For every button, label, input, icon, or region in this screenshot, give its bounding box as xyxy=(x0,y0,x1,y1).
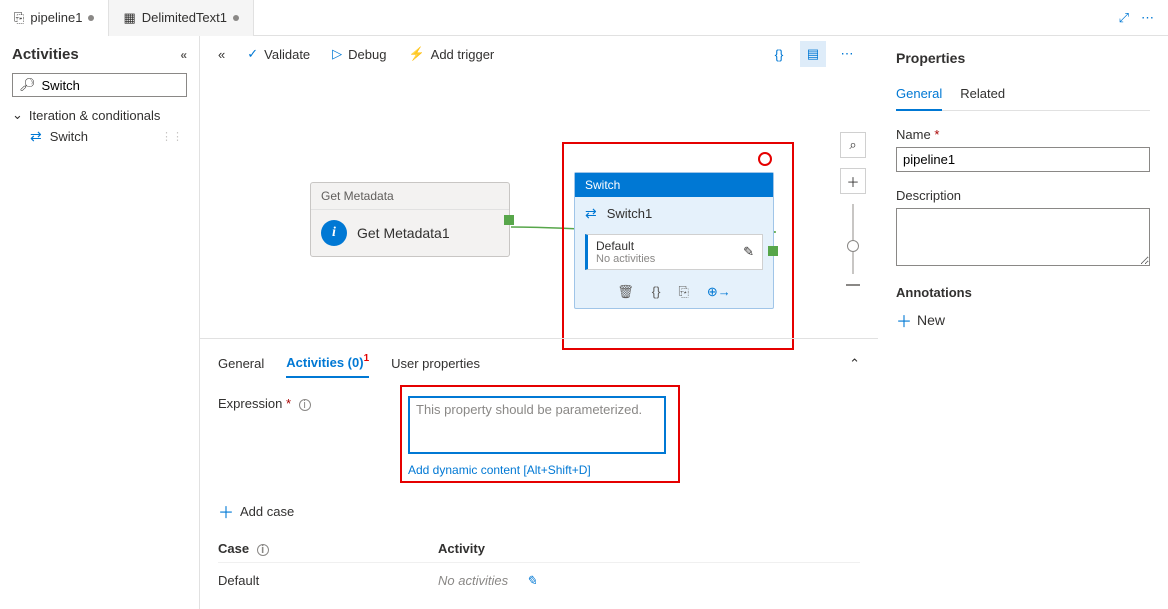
node-get-metadata[interactable]: Get Metadata i Get Metadata1 xyxy=(310,182,510,257)
more-icon[interactable]: ⋯ xyxy=(1141,10,1154,26)
add-case-button[interactable]: ＋ Add case xyxy=(218,499,860,523)
tab-dataset[interactable]: ▦ DelimitedText1 xyxy=(109,0,254,36)
zoom-slider[interactable] xyxy=(852,204,854,274)
zoom-control: ⌕ ＋ xyxy=(840,132,866,286)
sidebar-title: Activities xyxy=(12,46,79,63)
overflow-button[interactable]: ⋯ xyxy=(834,41,860,67)
zoom-out-button[interactable] xyxy=(846,284,860,286)
cases-header: Case i Activity xyxy=(218,535,860,562)
expression-input[interactable] xyxy=(408,396,666,454)
info-icon[interactable]: i xyxy=(299,399,311,411)
output-port[interactable] xyxy=(768,246,778,256)
pipeline-editor: « ✓Validate ▷Debug ⚡Add trigger {} ▤ ⋯ G… xyxy=(200,36,878,609)
case-activity: No activities xyxy=(438,573,508,588)
description-input[interactable] xyxy=(896,208,1150,266)
editor-toolbar: « ✓Validate ▷Debug ⚡Add trigger {} ▤ ⋯ xyxy=(200,36,878,72)
zoom-in-button[interactable]: ＋ xyxy=(840,168,866,194)
switch-case-default[interactable]: Default No activities ✎ xyxy=(585,234,763,270)
add-trigger-button[interactable]: ⚡Add trigger xyxy=(408,46,494,62)
case-name: Default xyxy=(218,573,438,589)
node-actions: 🗑 {} ⎘ ⊕→ xyxy=(575,278,773,308)
info-icon: i xyxy=(321,220,347,246)
sidebar-toggle[interactable]: « xyxy=(218,47,225,62)
switch-title: Switch xyxy=(575,173,773,197)
annotations-label: Annotations xyxy=(896,285,1150,300)
output-port[interactable] xyxy=(504,215,514,225)
properties-toggle-button[interactable]: ▤ xyxy=(800,41,826,67)
search-icon: 🔎︎ xyxy=(19,77,36,93)
description-label: Description xyxy=(896,188,1150,203)
tab-dataset-label: DelimitedText1 xyxy=(142,10,227,25)
pipeline-canvas[interactable]: Get Metadata i Get Metadata1 Switch ⇄ Sw… xyxy=(200,72,878,338)
category-iteration[interactable]: ⌄ Iteration & conditionals xyxy=(12,107,187,123)
edit-case-button[interactable]: ✎ xyxy=(526,573,537,588)
required-star: * xyxy=(286,396,291,411)
activity-item-switch[interactable]: ⇄ Switch ⋮⋮ xyxy=(12,123,187,150)
plus-icon: ＋ xyxy=(218,499,234,523)
tab-pipeline[interactable]: ⎘ pipeline1 xyxy=(0,0,109,36)
collapse-panel-icon[interactable]: ⌃ xyxy=(849,356,860,372)
tab-pipeline-label: pipeline1 xyxy=(30,10,82,25)
add-case-label: Add case xyxy=(240,504,294,519)
name-label: Name xyxy=(896,127,931,142)
col-case: Case xyxy=(218,541,249,556)
zoom-fit-button[interactable]: ⌕ xyxy=(840,132,866,158)
edit-case-icon[interactable]: ✎ xyxy=(743,244,754,260)
prop-tab-related[interactable]: Related xyxy=(960,80,1005,110)
activity-config: General Activities (0)1 User properties … xyxy=(200,338,878,609)
delete-icon[interactable]: 🗑 xyxy=(617,284,634,300)
name-input[interactable] xyxy=(896,147,1150,172)
file-tabs: ⎘ pipeline1 ▦ DelimitedText1 ⤢ ⋯ xyxy=(0,0,1168,36)
col-activity: Activity xyxy=(438,541,485,556)
activity-search[interactable]: 🔎︎ xyxy=(12,73,187,97)
prop-tab-general[interactable]: General xyxy=(896,80,942,111)
info-icon[interactable]: i xyxy=(257,544,269,556)
dirty-dot-icon xyxy=(233,15,239,21)
properties-title: Properties xyxy=(896,50,1150,66)
node-switch[interactable]: Switch ⇄ Switch1 Default No activities ✎… xyxy=(574,172,774,309)
expression-label: Expression xyxy=(218,396,282,411)
copy-icon[interactable]: ⎘ xyxy=(678,284,688,300)
activities-sidebar: Activities « 🔎︎ ⌄ Iteration & conditiona… xyxy=(0,36,200,609)
properties-pane: Properties General Related Name * Descri… xyxy=(878,36,1168,609)
chevron-down-icon: ⌄ xyxy=(12,107,23,123)
dirty-dot-icon xyxy=(88,15,94,21)
activity-search-input[interactable] xyxy=(42,78,180,93)
grip-icon: ⋮⋮ xyxy=(161,130,183,143)
zoom-thumb[interactable] xyxy=(847,240,859,252)
cfg-tab-activities[interactable]: Activities (0)1 xyxy=(286,349,369,378)
code-icon[interactable]: {} xyxy=(652,284,661,300)
dynamic-content-link[interactable]: Add dynamic content [Alt+Shift+D] xyxy=(408,463,666,477)
debug-button[interactable]: ▷Debug xyxy=(332,46,386,62)
switch-icon: ⇄ xyxy=(30,128,42,145)
node-type-label: Get Metadata xyxy=(311,183,509,210)
switch-icon: ⇄ xyxy=(585,205,597,222)
collapse-icon[interactable]: « xyxy=(180,48,187,62)
cfg-tab-userprops[interactable]: User properties xyxy=(391,350,480,377)
activity-item-label: Switch xyxy=(50,129,88,144)
json-view-button[interactable]: {} xyxy=(766,41,792,67)
category-label: Iteration & conditionals xyxy=(29,108,161,123)
highlight-circle xyxy=(758,152,772,166)
table-icon: ▦ xyxy=(123,10,135,26)
validate-button[interactable]: ✓Validate xyxy=(247,46,310,62)
case-row-default: Default No activities ✎ xyxy=(218,562,860,599)
new-annotation-button[interactable]: ＋New xyxy=(896,308,1150,332)
pipeline-icon: ⎘ xyxy=(14,10,24,26)
node-name: Get Metadata1 xyxy=(357,225,450,241)
case-label: Default xyxy=(596,239,655,253)
cfg-tab-general[interactable]: General xyxy=(218,350,264,377)
deactivate-icon[interactable]: ⊕→ xyxy=(707,284,731,300)
switch-name: Switch1 xyxy=(607,206,653,221)
expand-icon[interactable]: ⤢ xyxy=(1119,10,1129,26)
case-sub: No activities xyxy=(596,253,655,265)
